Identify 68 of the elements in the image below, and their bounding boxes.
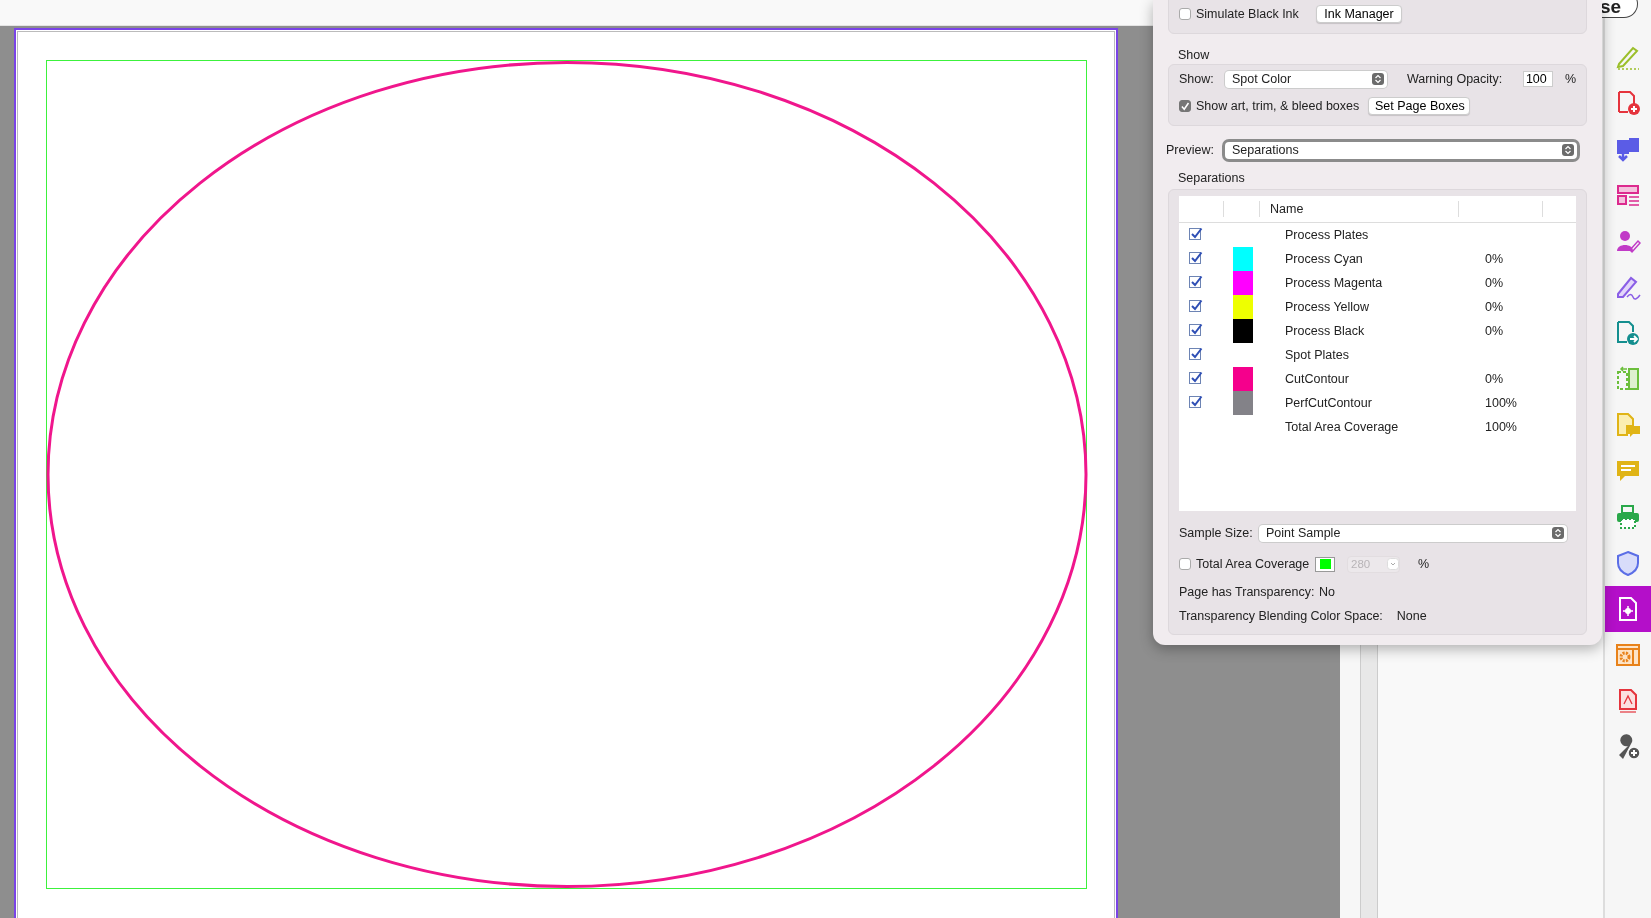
split-icon <box>1615 366 1641 392</box>
shield-icon <box>1615 550 1641 576</box>
coverage-value: 0% <box>1485 276 1504 290</box>
color-swatch-button[interactable] <box>1315 556 1335 572</box>
warning-opacity-field[interactable]: 100 <box>1522 71 1553 87</box>
show-dropdown[interactable]: Spot Color <box>1225 70 1387 88</box>
comment-icon <box>1615 458 1641 484</box>
stepper-icon <box>1562 144 1574 156</box>
unit-label: % <box>1564 72 1576 86</box>
settings-icon <box>1615 642 1641 668</box>
tool-button[interactable] <box>1605 586 1651 632</box>
plate-name: PerfCutContour <box>1285 396 1372 410</box>
field-value: None <box>1396 609 1427 623</box>
print-icon <box>1615 504 1641 530</box>
plate-name: Process Yellow <box>1285 300 1370 314</box>
checkbox[interactable] <box>1179 100 1191 112</box>
coverage-value: 0% <box>1485 324 1504 338</box>
set-page-boxes-button[interactable]: Set Page Boxes <box>1368 97 1470 115</box>
plate-name: Total Area Coverage <box>1285 420 1399 434</box>
preview-dropdown[interactable]: Separations <box>1225 141 1577 159</box>
coverage-value: 0% <box>1485 252 1504 266</box>
person-pen-icon <box>1615 228 1641 254</box>
field-label: Warning Opacity: <box>1406 72 1504 86</box>
plate-checkbox[interactable] <box>1189 275 1203 288</box>
stepper-icon <box>1552 527 1564 539</box>
caret-icon <box>1387 558 1399 570</box>
section-title: Separations <box>1178 171 1245 185</box>
sample-size-dropdown[interactable]: Point Sample <box>1259 524 1567 542</box>
coverage-value: 0% <box>1485 300 1504 314</box>
layout-icon <box>1615 182 1641 208</box>
field-value: No <box>1319 585 1335 599</box>
plate-checkbox[interactable] <box>1189 251 1203 264</box>
header-button[interactable]: se <box>1600 0 1639 18</box>
plate-name: CutContour <box>1285 372 1349 386</box>
plate-checkbox[interactable] <box>1189 395 1203 408</box>
field-label: Show: <box>1179 72 1215 86</box>
unit-label: % <box>1418 557 1430 571</box>
plate-name: Spot Plates <box>1285 348 1349 362</box>
checkbox-label: Simulate Black Ink <box>1196 7 1300 21</box>
plate-checkbox[interactable] <box>1189 323 1203 336</box>
coverage-value: 100% <box>1485 420 1517 434</box>
coverage-value: 100% <box>1485 396 1517 410</box>
column-header[interactable]: Name <box>1270 202 1304 216</box>
plate-name: Process Cyan <box>1285 252 1363 266</box>
field-label: Page has Transparency: <box>1179 585 1316 599</box>
checkbox-label: Show art, trim, & bleed boxes <box>1196 99 1361 113</box>
convert-icon <box>1615 136 1641 162</box>
plate-checkbox[interactable] <box>1189 371 1203 384</box>
section-title: Show <box>1178 48 1210 62</box>
coverage-value: 0% <box>1485 372 1504 386</box>
field-label: Preview: <box>1166 143 1215 157</box>
plate-checkbox[interactable] <box>1189 227 1203 240</box>
checkbox-label: Total Area Coverage <box>1196 557 1311 571</box>
sign-icon <box>1615 274 1641 300</box>
plate-name: Process Black <box>1285 324 1365 338</box>
doc-comment-icon <box>1615 412 1641 438</box>
plate-checkbox[interactable] <box>1189 299 1203 312</box>
field-label: Sample Size: <box>1179 526 1254 540</box>
pencil-icon <box>1615 44 1641 70</box>
ink-manager-button[interactable]: Ink Manager <box>1316 5 1402 23</box>
field-label: Transparency Blending Color Space: <box>1179 609 1383 623</box>
pdf-add-icon <box>1615 90 1641 116</box>
export-icon <box>1615 320 1641 346</box>
stepper-icon <box>1371 73 1384 85</box>
checkbox[interactable] <box>1179 8 1191 20</box>
plate-checkbox[interactable] <box>1189 347 1203 360</box>
plate-name: Process Magenta <box>1285 276 1383 290</box>
plate-name: Process Plates <box>1285 228 1369 242</box>
